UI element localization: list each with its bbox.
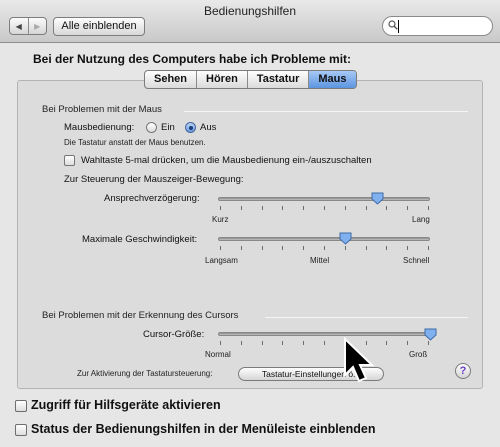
slider-tick: [282, 206, 284, 210]
mouse-pointer-icon: [344, 337, 375, 383]
slider-tick: [324, 246, 325, 250]
radio-ein[interactable]: [146, 122, 157, 133]
search-icon: [388, 20, 398, 30]
slider-tick: [365, 246, 367, 250]
menubar-status-label[interactable]: Status der Bedienungshilfen in der Menül…: [31, 422, 376, 436]
mouse-keys-hint: Die Tastatur anstatt der Maus benutzen.: [64, 138, 206, 147]
slider-tick: [386, 341, 388, 345]
option-key-checkbox[interactable]: [64, 155, 75, 166]
menubar-status-checkbox[interactable]: [15, 424, 27, 436]
speed-min-label: Langsam: [205, 256, 238, 265]
slider-tick: [240, 246, 242, 250]
delay-max-label: Lang: [412, 215, 430, 224]
slider-tick: [428, 246, 429, 250]
back-arrow-icon[interactable]: ◀: [10, 18, 28, 34]
search-input[interactable]: [382, 16, 493, 36]
speed-max-label: Schnell: [403, 256, 430, 265]
toolbar: Bedienungshilfen ◀ ▶ Alle einblenden: [0, 0, 500, 43]
mouse-group-title: Bei Problemen mit der Maus: [42, 104, 162, 115]
cursor-size-max-label: Groß: [409, 350, 428, 359]
speed-mid-label: Mittel: [310, 256, 330, 265]
slider-tick: [282, 246, 284, 250]
cursor-size-slider-thumb[interactable]: [424, 328, 437, 341]
section-heading: Bei der Nutzung des Computers habe ich P…: [33, 52, 352, 66]
show-all-button[interactable]: Alle einblenden: [53, 17, 145, 36]
nav-buttons: ◀ ▶: [9, 17, 47, 35]
cursor-size-min-label: Normal: [205, 350, 231, 359]
pointer-section-label: Zur Steuerung der Mauszeiger-Bewegung:: [64, 174, 244, 185]
slider-tick: [220, 206, 221, 210]
tab-sehen[interactable]: Sehen: [145, 71, 196, 88]
slider-tick: [303, 341, 305, 345]
delay-label: Ansprechverzögerung:: [104, 193, 200, 204]
text-caret: [398, 20, 399, 33]
delay-slider-track[interactable]: [218, 197, 430, 201]
tab-maus[interactable]: Maus: [308, 71, 356, 88]
assistive-devices-checkbox[interactable]: [15, 400, 27, 412]
slider-tick: [407, 341, 409, 345]
keyboard-note: Zur Aktivierung der Tastatursteuerung:: [77, 369, 213, 378]
speed-slider-thumb[interactable]: [339, 232, 352, 245]
slider-tick: [240, 206, 242, 210]
slider-tick: [324, 341, 325, 345]
delay-min-label: Kurz: [212, 215, 229, 224]
speed-slider-track[interactable]: [218, 237, 430, 241]
tab-bar: Sehen Hören Tastatur Maus: [144, 70, 357, 89]
assistive-devices-label[interactable]: Zugriff für Hilfsgeräte aktivieren: [31, 398, 221, 412]
divider: [265, 317, 468, 318]
slider-tick: [407, 206, 409, 210]
slider-tick: [428, 341, 429, 345]
slider-tick: [282, 341, 284, 345]
divider: [184, 111, 468, 112]
slider-tick: [386, 246, 388, 250]
help-button[interactable]: ?: [455, 363, 471, 379]
mausbedienung-label: Mausbedienung:: [64, 122, 135, 133]
slider-tick: [220, 341, 221, 345]
cursor-group-title: Bei Problemen mit der Erkennung des Curs…: [42, 310, 239, 321]
option-key-label[interactable]: Wahltaste 5-mal drücken, um die Mausbedi…: [81, 155, 372, 166]
slider-tick: [261, 246, 263, 250]
slider-tick: [386, 206, 388, 210]
speed-label: Maximale Geschwindigkeit:: [82, 234, 198, 245]
radio-aus-label[interactable]: Aus: [200, 122, 216, 133]
radio-ein-label[interactable]: Ein: [161, 122, 175, 133]
cursor-size-label: Cursor-Größe:: [143, 329, 205, 340]
slider-tick: [428, 206, 429, 210]
slider-tick: [344, 246, 346, 250]
forward-arrow-icon[interactable]: ▶: [27, 18, 47, 34]
slider-tick: [344, 206, 346, 210]
slider-tick: [365, 206, 367, 210]
tab-hoeren[interactable]: Hören: [196, 71, 247, 88]
slider-tick: [407, 246, 409, 250]
radio-aus[interactable]: [185, 122, 196, 133]
preferences-window: Bedienungshilfen ◀ ▶ Alle einblenden Bei…: [0, 0, 500, 447]
slider-tick: [303, 206, 305, 210]
slider-tick: [240, 341, 242, 345]
slider-tick: [303, 246, 305, 250]
cursor-size-slider-track[interactable]: [218, 332, 430, 336]
slider-tick: [261, 341, 263, 345]
delay-slider-thumb[interactable]: [371, 192, 384, 205]
tab-tastatur[interactable]: Tastatur: [246, 71, 309, 88]
slider-tick: [220, 246, 221, 250]
slider-tick: [324, 206, 325, 210]
slider-tick: [261, 206, 263, 210]
